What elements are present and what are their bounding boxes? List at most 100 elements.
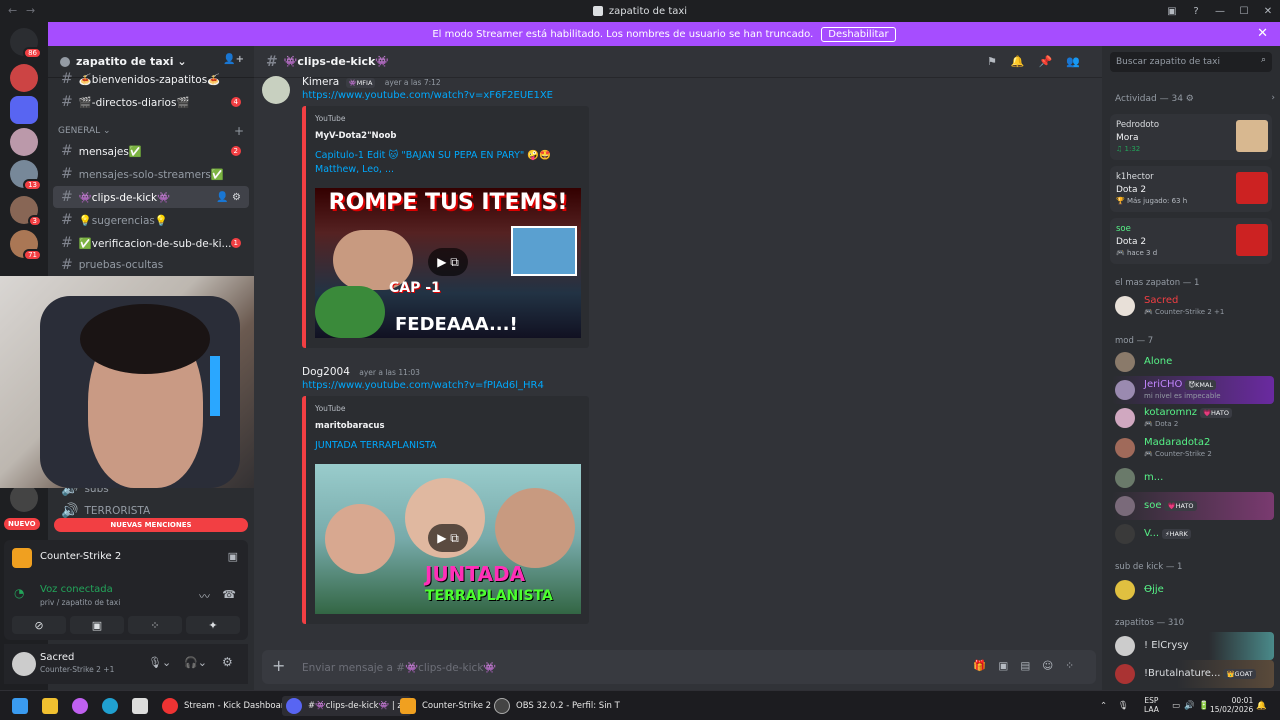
tray-icons[interactable]: ⌃ 🎙 [1100,696,1133,716]
taskbar-app[interactable]: OBS 32.0.2 - Perfil: Sin T [494,696,620,716]
channel-item[interactable]: # mensajes✅ 2 [53,140,249,162]
member-item[interactable]: ! ElCrysy [1112,632,1274,660]
notifications-icon[interactable]: 🔔 [1256,696,1267,716]
server-icon[interactable] [10,96,38,124]
soundboard-icon[interactable]: ✦ [186,616,240,634]
windows-start-icon[interactable] [12,696,28,716]
embed-title[interactable]: Capitulo-1 Edit 🐱 "BAJAN SU PEPA EN PARY… [315,149,580,177]
inbox-icon[interactable]: ▣ [1160,0,1184,22]
video-thumbnail[interactable]: ROMPE TUS ITEMS! CAP -1 FEDEAAA...! ▶ ⧉ [315,188,581,338]
disable-streamer-button[interactable]: Deshabilitar [821,26,896,42]
member-item[interactable]: Alone [1112,348,1274,376]
channel-item[interactable]: # ✅verificacion-de-sub-de-ki... 1 [53,232,249,254]
video-thumbnail[interactable]: JUNTADA TERRAPLANISTA ▶ ⧉ [315,464,581,614]
minimize-button[interactable]: — [1208,0,1232,22]
embed-author[interactable]: maritobaracus [315,421,385,431]
copilot-icon[interactable] [72,696,88,716]
member-item[interactable]: Madaradota2 🎮 Counter-Strike 2 [1112,434,1274,462]
add-channel-icon[interactable]: + [234,124,244,138]
server-icon[interactable]: 71 [10,230,42,261]
store-icon[interactable] [132,696,148,716]
member-item[interactable]: V... ⚡HARK [1112,520,1274,548]
channel-item[interactable]: # mensajes-solo-streamers✅ [53,163,249,185]
avatar[interactable] [262,76,290,104]
noise-suppression-icon[interactable]: 〰 [199,588,210,604]
camera-off-icon[interactable]: ⊘ [12,616,66,634]
language-indicator[interactable]: ESP LAA [1144,696,1159,716]
network-volume-icons[interactable]: ▭🔊🔋 [1172,696,1213,716]
member-name: JeriCHO [1144,379,1183,390]
activities-icon[interactable]: ⁘ [128,616,182,634]
server-icon[interactable] [10,484,38,512]
channel-item[interactable]: # 💡sugerencias💡 [53,209,249,231]
disconnect-icon[interactable]: ☎ [222,588,236,601]
mention-count: 2 [230,146,241,156]
member-item[interactable]: Sacred 🎮 Counter-Strike 2 +1 [1112,292,1274,320]
activity-card[interactable]: k1hector Dota 2 🏆 Más jugado: 63 h [1110,166,1272,212]
youtube-embed: YouTube maritobaracus JUNTADA TERRAPLANI… [302,396,589,624]
maximize-button[interactable]: ☐ [1232,0,1256,22]
server-icon[interactable]: 13 [10,160,42,191]
message-link[interactable]: https://www.youtube.com/watch?v=xF6F2EUE… [302,90,553,101]
member-name: kotaromnz [1144,407,1197,418]
embed-title[interactable]: JUNTADA TERRAPLANISTA [315,439,580,453]
header-toolbar-icons[interactable]: ⚑🔔📌👥 [987,55,1094,68]
lang-layout: LAA [1144,705,1159,714]
back-icon[interactable]: ← [8,4,17,17]
category-general[interactable]: GENERAL ⌄ + [58,124,244,138]
headphones-icon[interactable]: 🎧⌄ [184,656,207,669]
server-icon[interactable] [10,128,38,156]
activity-header[interactable]: Actividad — 34 ⚙ › [1115,93,1275,104]
message-author[interactable]: Dog2004 [302,366,350,378]
message-author[interactable]: Kimera [302,76,339,88]
member-item[interactable]: !Brutalnature... 👑GOAT [1112,660,1274,688]
voice-channel[interactable]: priv / zapatito de taxi [40,598,120,607]
settings-gear-icon[interactable]: ⚙ [222,655,233,669]
search-icon[interactable]: ⌕ [1261,55,1266,65]
add-attachment-icon[interactable]: + [272,656,285,675]
voice-status[interactable]: Voz conectada [40,584,113,595]
composer-toolbar-icons[interactable]: 🎁▣▤☺⁘ [973,659,1086,672]
share-screen-icon[interactable]: ▣ [70,616,124,634]
new-mentions-bar[interactable]: NUEVO NUEVAS MENCIONES [4,518,248,532]
message-composer[interactable]: + Enviar mensaje a #👾clips-de-kick👾 🎁▣▤☺… [262,650,1096,684]
microphone-icon[interactable]: 🎙⌄ [148,656,171,669]
clock[interactable]: 00:01 15/02/2026 [1210,696,1253,716]
activity-card[interactable]: Pedrodoto Mora ♫ 1:32 [1110,114,1272,160]
server-icon[interactable] [10,64,38,92]
channel-item[interactable]: # 🎬-directos-diarios🎬 4 [53,91,249,113]
member-item[interactable]: JeriCHO 😈KMAL mi nivel es impecable [1112,376,1274,404]
close-button[interactable]: ✕ [1256,0,1280,22]
message-link[interactable]: https://www.youtube.com/watch?v=fPIAd6l_… [302,380,544,391]
hash-icon: # [61,235,73,251]
close-icon[interactable]: ✕ [1257,26,1268,41]
chat-header: # 👾clips-de-kick👾 ⚑🔔📌👥 [254,46,1102,78]
settings-gear-icon[interactable]: 👤 ⚙ [216,192,241,203]
server-icon[interactable]: 3 [10,196,42,227]
channel-item[interactable]: # 🍝bienvenidos-zapatitos🍝 [53,68,249,90]
member-item[interactable]: soe 💗HATO [1112,492,1274,520]
chevron-right-icon[interactable]: › [1271,93,1275,103]
taskbar-app[interactable]: Stream - Kick Dashboar [162,696,284,716]
member-item[interactable]: Ꝋjje [1112,576,1274,604]
taskbar-app-active[interactable]: #👾clips-de-kick👾 | za [282,696,412,716]
new-mentions-button[interactable]: NUEVAS MENCIONES [54,518,248,532]
channel-item[interactable]: # pruebas-ocultas [53,254,249,276]
play-icon[interactable]: ▶ ⧉ [428,248,468,276]
search-input[interactable]: Buscar zapatito de taxi ⌕ [1110,52,1272,72]
activity-card[interactable]: soe Dota 2 🎮 hace 3 d [1110,218,1272,264]
invite-icon[interactable]: 👤+ [223,54,244,65]
file-explorer-icon[interactable] [42,696,58,716]
channel-item-active[interactable]: # 👾clips-de-kick👾 👤 ⚙ [53,186,249,208]
play-icon[interactable]: ▶ ⧉ [428,524,468,552]
discord-home-icon[interactable]: 86 [10,28,42,59]
forward-icon[interactable]: → [26,4,35,17]
member-item[interactable]: kotaromnz 💗HATO 🎮 Dota 2 [1112,404,1274,432]
embed-author[interactable]: MyV-Dota2"Noob [315,131,396,141]
help-icon[interactable]: ? [1184,0,1208,22]
member-item[interactable]: m... [1112,464,1274,492]
screen-icon[interactable]: ▣ [228,550,238,563]
avatar[interactable] [12,652,36,676]
taskbar-app[interactable]: Counter-Strike 2 [400,696,491,716]
edge-icon[interactable] [102,696,118,716]
